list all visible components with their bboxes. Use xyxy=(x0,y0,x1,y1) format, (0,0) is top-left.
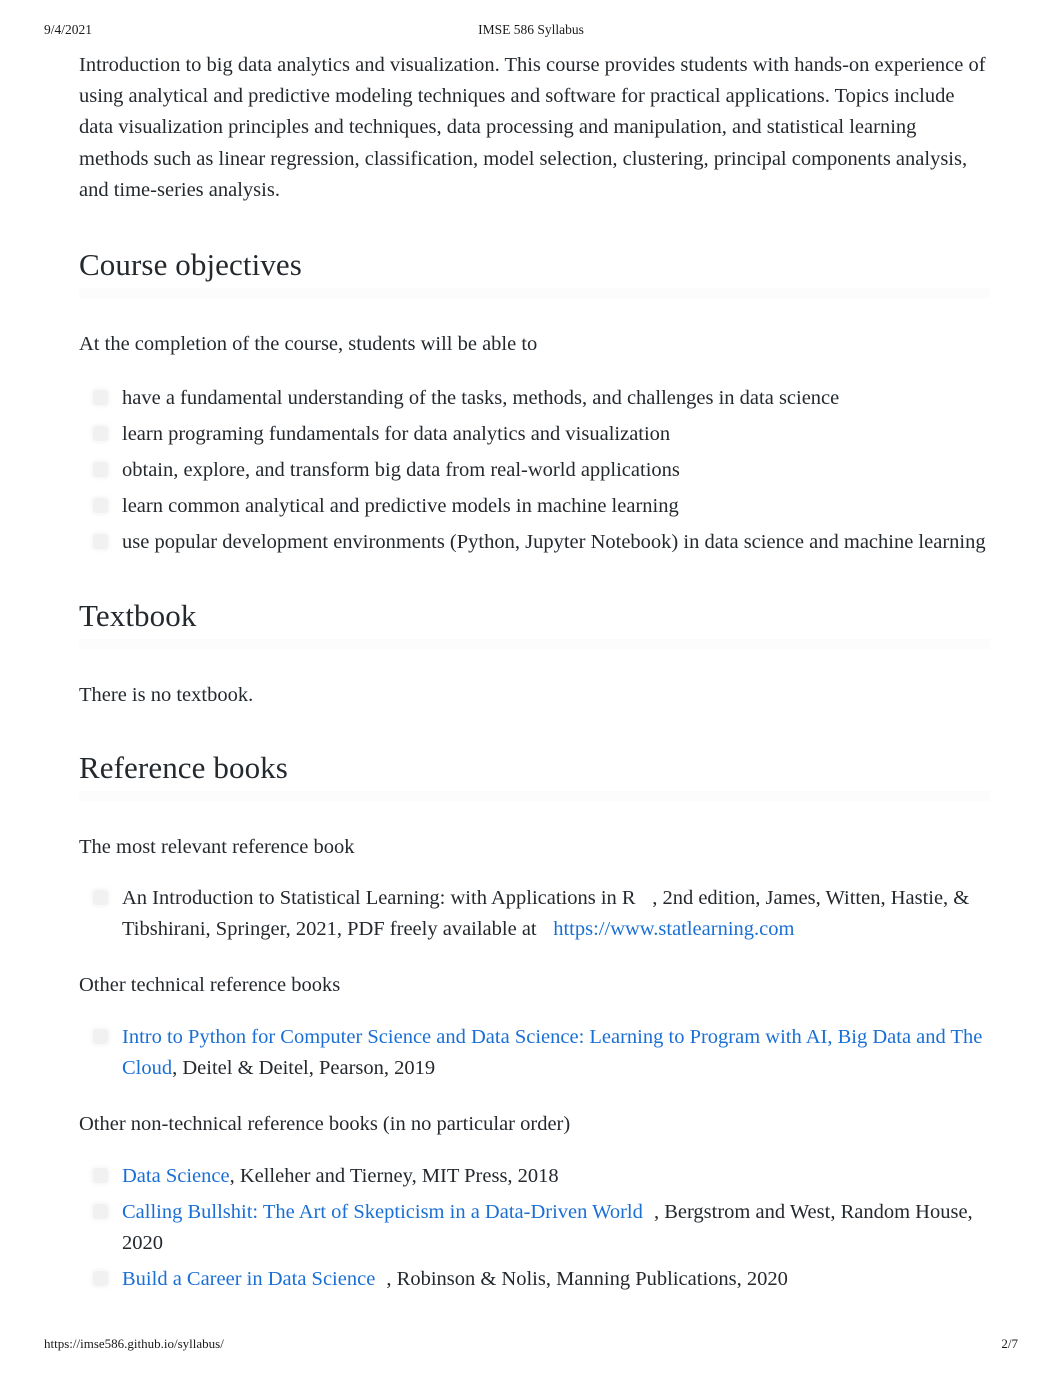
data-science-link[interactable]: Data Science xyxy=(122,1165,230,1187)
heading-rule-textbook xyxy=(79,639,990,650)
heading-rule-course-objectives xyxy=(79,288,990,299)
course-description-paragraph: Introduction to big data analytics and v… xyxy=(79,54,986,201)
calling-bullshit-link[interactable]: Calling Bullshit: The Art of Skepticism … xyxy=(122,1201,643,1223)
list-item-label: have a fundamental understanding of the … xyxy=(122,387,840,410)
heading-course-objectives: Course objectives xyxy=(79,247,302,283)
print-footer-url: https://imse586.github.io/syllabus/ xyxy=(44,1336,224,1351)
list-item: An Introduction to Statistical Learning:… xyxy=(79,883,990,945)
list-item: Intro to Python for Computer Science and… xyxy=(79,1022,990,1084)
list-item-label: obtain, explore, and transform big data … xyxy=(122,459,680,482)
list-item: Build a Career in Data Science , Robinso… xyxy=(79,1264,990,1295)
list-item: learn common analytical and predictive m… xyxy=(79,491,990,522)
non-technical-reference-list: Data Science, Kelleher and Tierney, MIT … xyxy=(79,1161,990,1295)
reference-books-lead-technical: Other technical reference books xyxy=(79,974,341,997)
list-item: have a fundamental understanding of the … xyxy=(79,383,990,414)
most-relevant-reference-list: An Introduction to Statistical Learning:… xyxy=(79,883,990,945)
course-objectives-lead: At the completion of the course, student… xyxy=(79,333,538,356)
course-objectives-list: have a fundamental understanding of the … xyxy=(79,383,990,558)
list-bullet-icon xyxy=(93,1168,108,1184)
reference-books-lead-non-technical: Other non-technical reference books (in … xyxy=(79,1113,571,1136)
document-page: Introduction to big data analytics and v… xyxy=(0,50,1062,1295)
list-item: Data Science, Kelleher and Tierney, MIT … xyxy=(79,1161,990,1192)
list-bullet-icon xyxy=(93,1204,108,1220)
list-bullet-icon xyxy=(93,1029,108,1045)
technical-reference-list: Intro to Python for Computer Science and… xyxy=(79,1022,990,1084)
list-item: learn programing fundamentals for data a… xyxy=(79,419,990,450)
heading-rule-reference-books xyxy=(79,791,990,802)
statlearning-link[interactable]: https://www.statlearning.com xyxy=(553,918,794,940)
list-bullet-icon xyxy=(93,390,108,406)
reference-detail: , Deitel & Deitel, Pearson, 2019 xyxy=(172,1057,436,1080)
reference-books-lead-most-relevant: The most relevant reference book xyxy=(79,836,355,859)
print-header: 9/4/2021 IMSE 586 Syllabus xyxy=(0,22,1062,42)
list-item: use popular development environments (Py… xyxy=(79,527,990,558)
list-bullet-icon xyxy=(93,534,108,550)
list-bullet-icon xyxy=(93,426,108,442)
textbook-body: There is no textbook. xyxy=(79,684,254,707)
list-bullet-icon xyxy=(93,890,108,906)
list-item-label: learn common analytical and predictive m… xyxy=(122,495,679,518)
list-bullet-icon xyxy=(93,462,108,478)
build-a-career-link[interactable]: Build a Career in Data Science xyxy=(122,1268,375,1290)
document-content: Introduction to big data analytics and v… xyxy=(79,50,990,1295)
print-header-title: IMSE 586 Syllabus xyxy=(478,22,584,37)
reference-detail: , Kelleher and Tierney, MIT Press, 2018 xyxy=(229,1165,559,1188)
reference-detail: , Robinson & Nolis, Manning Publications… xyxy=(386,1268,788,1291)
list-item: Calling Bullshit: The Art of Skepticism … xyxy=(79,1197,990,1259)
heading-reference-books: Reference books xyxy=(79,750,288,786)
list-item-label: use popular development environments (Py… xyxy=(122,531,986,554)
list-bullet-icon xyxy=(93,498,108,514)
list-item-label: learn programing fundamentals for data a… xyxy=(122,423,671,446)
print-footer: https://imse586.github.io/syllabus/ 2/7 xyxy=(0,1336,1062,1354)
list-item: obtain, explore, and transform big data … xyxy=(79,455,990,486)
list-bullet-icon xyxy=(93,1271,108,1287)
print-footer-page-number: 2/7 xyxy=(1001,1336,1018,1351)
heading-textbook: Textbook xyxy=(79,598,197,634)
reference-title: An Introduction to Statistical Learning:… xyxy=(122,887,636,910)
